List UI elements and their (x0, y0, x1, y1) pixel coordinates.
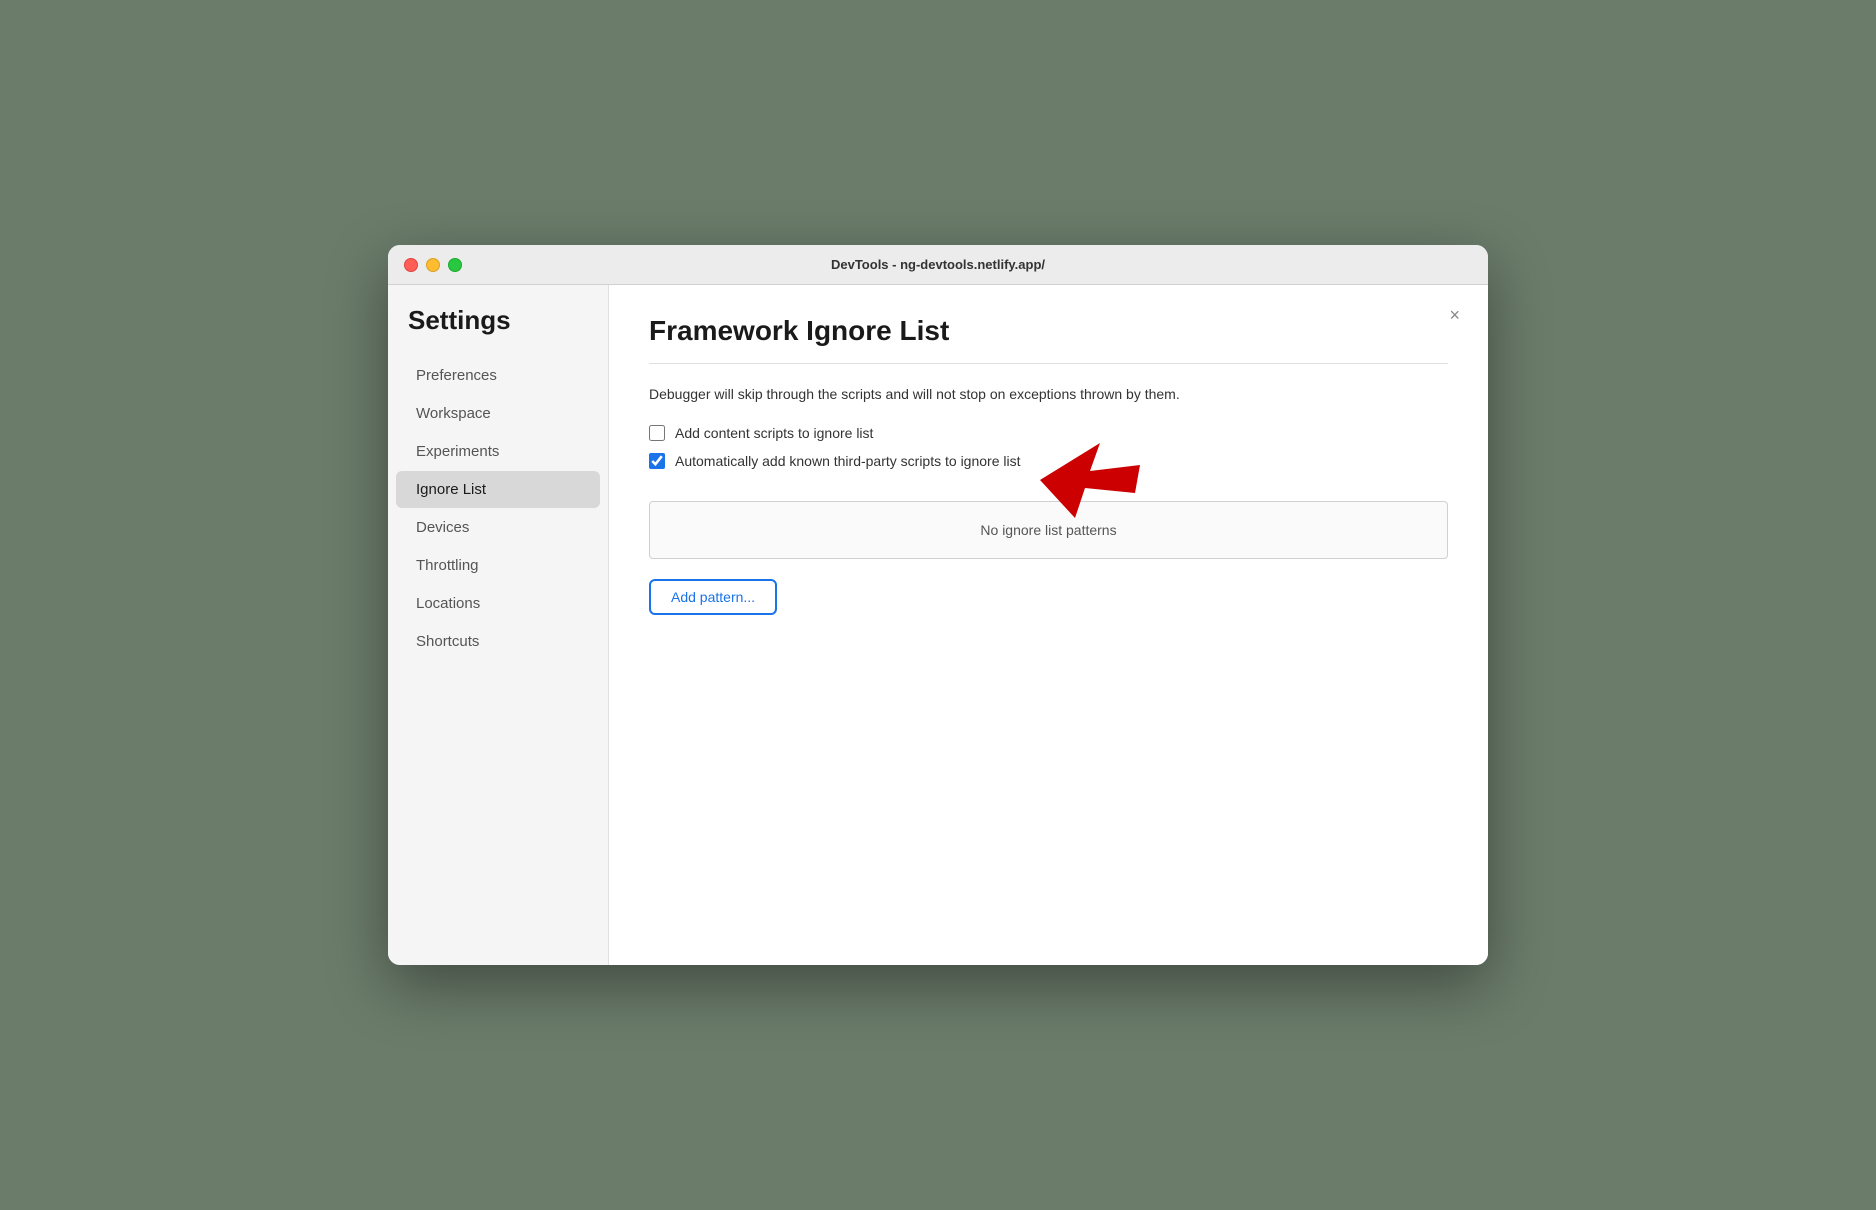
patterns-placeholder-text: No ignore list patterns (980, 522, 1116, 538)
patterns-box: No ignore list patterns (649, 501, 1448, 559)
auto-add-third-party-label: Automatically add known third-party scri… (675, 453, 1020, 469)
content-area: Settings Preferences Workspace Experimen… (388, 285, 1488, 965)
close-button[interactable]: × (1441, 301, 1468, 330)
checkbox-row-content-scripts: Add content scripts to ignore list (649, 425, 1448, 441)
titlebar-title: DevTools - ng-devtools.netlify.app/ (831, 257, 1045, 272)
sidebar-item-ignore-list[interactable]: Ignore List (396, 471, 600, 508)
sidebar-item-locations[interactable]: Locations (396, 585, 600, 622)
sidebar-item-experiments[interactable]: Experiments (396, 433, 600, 470)
traffic-lights (404, 258, 462, 272)
close-traffic-light[interactable] (404, 258, 418, 272)
checkbox-row-auto-add: Automatically add known third-party scri… (649, 453, 1020, 469)
add-pattern-button[interactable]: Add pattern... (649, 579, 777, 615)
minimize-traffic-light[interactable] (426, 258, 440, 272)
page-title: Framework Ignore List (649, 315, 1448, 347)
sidebar-item-workspace[interactable]: Workspace (396, 395, 600, 432)
divider (649, 363, 1448, 364)
main-content: × Framework Ignore List Debugger will sk… (608, 285, 1488, 965)
maximize-traffic-light[interactable] (448, 258, 462, 272)
titlebar: DevTools - ng-devtools.netlify.app/ (388, 245, 1488, 285)
description-text: Debugger will skip through the scripts a… (649, 384, 1448, 405)
sidebar-heading: Settings (388, 305, 608, 356)
sidebar-item-throttling[interactable]: Throttling (396, 547, 600, 584)
sidebar-item-shortcuts[interactable]: Shortcuts (396, 623, 600, 660)
add-content-scripts-label: Add content scripts to ignore list (675, 425, 873, 441)
add-content-scripts-checkbox[interactable] (649, 425, 665, 441)
auto-add-third-party-checkbox[interactable] (649, 453, 665, 469)
checkbox-row-auto-add-wrapper: Automatically add known third-party scri… (649, 453, 1020, 481)
app-window: DevTools - ng-devtools.netlify.app/ Sett… (388, 245, 1488, 965)
sidebar: Settings Preferences Workspace Experimen… (388, 285, 608, 965)
sidebar-item-preferences[interactable]: Preferences (396, 357, 600, 394)
sidebar-item-devices[interactable]: Devices (396, 509, 600, 546)
